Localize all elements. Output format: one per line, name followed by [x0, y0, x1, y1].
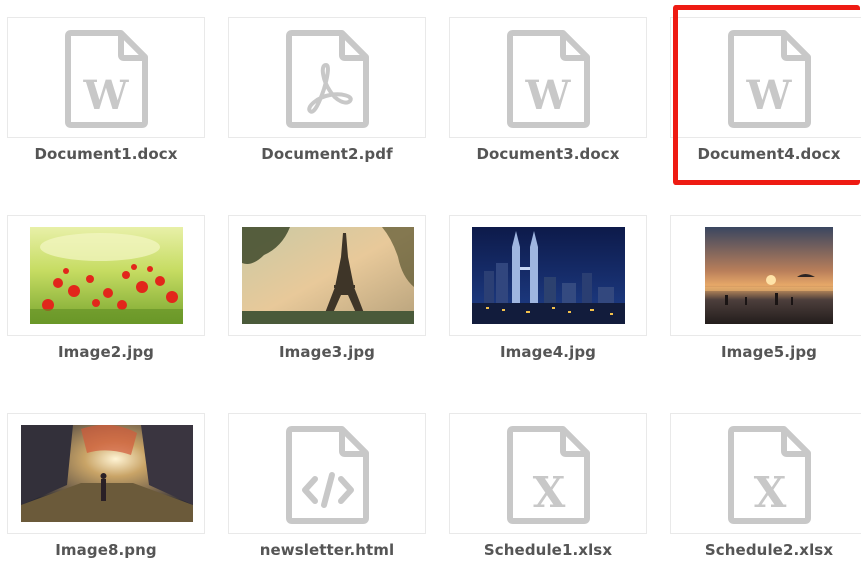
file-grid: W Document1.docx Document2.pdf W Documen…	[0, 0, 861, 564]
file-tile[interactable]: Image5.jpg	[670, 215, 861, 389]
file-name: Document1.docx	[34, 145, 178, 163]
file-tile[interactable]: Image2.jpg	[7, 215, 205, 389]
file-card[interactable]: X	[670, 413, 861, 534]
file-name: Image4.jpg	[500, 343, 596, 361]
file-card[interactable]	[7, 215, 205, 336]
word-file-icon: W	[65, 30, 148, 128]
image-thumbnail-beach-sunset	[705, 227, 833, 324]
excel-file-icon: X	[728, 426, 811, 524]
file-tile-selected[interactable]: W Document4.docx	[670, 17, 861, 191]
svg-text:W: W	[525, 72, 572, 119]
image-thumbnail-city-night	[472, 227, 625, 324]
file-tile[interactable]: newsletter.html	[228, 413, 426, 564]
file-card[interactable]	[228, 413, 426, 534]
svg-text:W: W	[746, 72, 793, 119]
file-card[interactable]	[449, 215, 647, 336]
file-card[interactable]	[670, 215, 861, 336]
file-card[interactable]	[228, 17, 426, 138]
svg-text:W: W	[83, 72, 130, 119]
file-name: Image5.jpg	[721, 343, 817, 361]
file-name: Document3.docx	[476, 145, 620, 163]
file-card[interactable]: W	[7, 17, 205, 138]
excel-file-icon: X	[507, 426, 590, 524]
file-tile[interactable]: X Schedule1.xlsx	[449, 413, 647, 564]
file-name: Document4.docx	[697, 145, 841, 163]
image-thumbnail-eiffel-tower	[242, 227, 414, 324]
html-file-icon	[286, 426, 369, 524]
file-tile[interactable]: Image4.jpg	[449, 215, 647, 389]
file-tile[interactable]: Image8.png	[7, 413, 205, 564]
file-name: Schedule2.xlsx	[704, 541, 834, 559]
svg-text:X: X	[533, 468, 566, 517]
file-card[interactable]: W	[449, 17, 647, 138]
file-tile[interactable]: W Document1.docx	[7, 17, 205, 191]
file-name: Document2.pdf	[261, 145, 393, 163]
file-card[interactable]	[7, 413, 205, 534]
svg-text:X: X	[754, 468, 787, 517]
word-file-icon: W	[728, 30, 811, 128]
file-name: Image8.png	[55, 541, 157, 559]
file-tile[interactable]: X Schedule2.xlsx	[670, 413, 861, 564]
file-card[interactable]	[228, 215, 426, 336]
file-name: Image3.jpg	[279, 343, 375, 361]
file-card[interactable]: X	[449, 413, 647, 534]
pdf-file-icon	[286, 30, 369, 128]
image-thumbnail-poppy-field	[30, 227, 183, 324]
file-name: newsletter.html	[259, 541, 395, 559]
word-file-icon: W	[507, 30, 590, 128]
file-tile[interactable]: W Document3.docx	[449, 17, 647, 191]
image-thumbnail-fantasy-street	[21, 425, 193, 522]
file-name: Image2.jpg	[58, 343, 154, 361]
file-name: Schedule1.xlsx	[483, 541, 613, 559]
file-card[interactable]: W	[670, 17, 861, 138]
file-tile[interactable]: Image3.jpg	[228, 215, 426, 389]
file-tile[interactable]: Document2.pdf	[228, 17, 426, 191]
